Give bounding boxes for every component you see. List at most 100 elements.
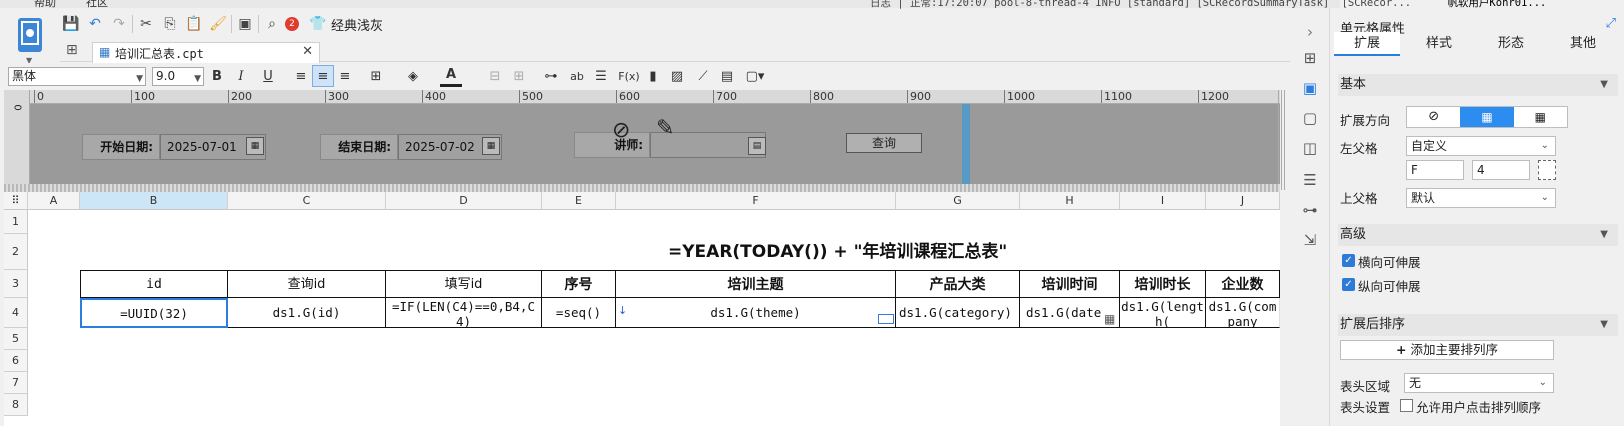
grid-toggle-icon[interactable]: ⊞ xyxy=(66,42,78,58)
align-right-icon[interactable]: ≡ xyxy=(334,65,356,87)
row-header-3[interactable]: 3 xyxy=(4,270,28,298)
collapse-icon[interactable]: ▼ xyxy=(1600,74,1608,96)
select-all-corner[interactable]: ⠿ xyxy=(4,192,28,210)
edit-pencil-icon[interactable]: ✎ xyxy=(656,116,674,141)
row-header-5[interactable]: 5 xyxy=(4,328,28,350)
chevron-right-icon[interactable]: › xyxy=(1300,22,1320,42)
italic-icon[interactable]: I xyxy=(230,65,252,87)
left-parent-column-input[interactable]: F xyxy=(1406,160,1464,180)
formula-cell-seq[interactable]: =seq() xyxy=(542,298,616,328)
cell-element-icon[interactable]: ▢ xyxy=(1300,108,1320,128)
image-icon[interactable]: ▨ xyxy=(666,65,688,87)
underline-icon[interactable]: U xyxy=(257,65,279,87)
column-header-h[interactable]: H xyxy=(1020,192,1120,210)
query-button[interactable]: 查询 xyxy=(846,133,922,153)
formula-cell-company[interactable]: ds1.G(company xyxy=(1206,298,1280,328)
header-cell-theme[interactable]: 培训主题 xyxy=(616,270,896,298)
no-expand-icon[interactable]: ⊘ xyxy=(1407,107,1460,127)
header-cell-id[interactable]: id xyxy=(80,270,228,298)
column-header-e[interactable]: E xyxy=(542,192,616,210)
v-expand-checkbox[interactable]: ✓ xyxy=(1342,278,1355,291)
bold-icon[interactable]: B xyxy=(206,65,228,87)
pane-divider[interactable] xyxy=(4,184,1280,192)
column-header-i[interactable]: I xyxy=(1120,192,1206,210)
column-header-c[interactable]: C xyxy=(228,192,386,210)
up-parent-select[interactable]: 默认 ⌄ xyxy=(1406,188,1556,208)
copy-icon[interactable]: ⎘ xyxy=(159,13,181,35)
column-header-f[interactable]: F xyxy=(616,192,896,210)
row-header-6[interactable]: 6 xyxy=(4,350,28,372)
horizontal-expand-icon[interactable]: ▦ xyxy=(1514,107,1567,127)
slash-icon[interactable]: ⟋ xyxy=(692,65,714,87)
align-center-icon[interactable]: ≡ xyxy=(312,65,334,87)
column-header-a[interactable]: A xyxy=(28,192,80,210)
dataset-icon[interactable]: ⊞ xyxy=(1300,48,1320,68)
tab-form[interactable]: 形态 xyxy=(1478,32,1544,56)
unmerge-cells-icon[interactable]: ⊞ xyxy=(508,65,530,87)
column-header-d[interactable]: D xyxy=(386,192,542,210)
font-family-select[interactable]: 黑体 ▼ xyxy=(8,67,146,86)
font-color-icon[interactable]: A xyxy=(440,65,462,87)
formula-cell-category[interactable]: ds1.G(category) xyxy=(896,298,1020,328)
h-expand-checkbox[interactable]: ✓ xyxy=(1342,254,1355,267)
header-area-select[interactable]: 无 ⌄ xyxy=(1404,373,1554,393)
merge-cells-icon[interactable]: ⊟ xyxy=(484,65,506,87)
calendar-icon[interactable]: ▦ xyxy=(246,137,264,155)
shirt-icon[interactable]: 👕 xyxy=(307,13,329,35)
column-header-b[interactable]: B xyxy=(80,192,228,210)
cell-property-icon[interactable]: ▣ xyxy=(1300,78,1320,98)
search-icon[interactable]: ⌕ xyxy=(261,13,283,35)
tab-style[interactable]: 样式 xyxy=(1406,32,1472,56)
header-cell-company[interactable]: 企业数 xyxy=(1206,270,1280,298)
align-left-icon[interactable]: ≡ xyxy=(290,65,312,87)
splitter[interactable] xyxy=(1278,90,1286,190)
undo-icon[interactable]: ↶ xyxy=(84,13,106,35)
designer-app-icon[interactable] xyxy=(18,18,42,52)
wrap-icon[interactable]: ☰ xyxy=(590,65,612,87)
formula-icon[interactable]: F(x) xyxy=(618,65,640,87)
more-icon[interactable]: ▢▾ xyxy=(744,65,766,87)
row-header-7[interactable]: 7 xyxy=(4,372,28,394)
menu-help[interactable]: 帮助 xyxy=(34,0,56,8)
header-cell-category[interactable]: 产品大类 xyxy=(896,270,1020,298)
header-cell-date[interactable]: 培训时间 xyxy=(1020,270,1120,298)
preview-icon[interactable]: ▣ xyxy=(234,13,256,35)
combo-dropdown-icon[interactable]: ▤ xyxy=(748,137,766,155)
format-brush-icon[interactable]: 🖌 xyxy=(207,13,229,35)
allow-sort-checkbox[interactable] xyxy=(1400,399,1413,412)
column-header-j[interactable]: J xyxy=(1206,192,1280,210)
formula-cell-fill-id[interactable]: =IF(LEN(C4)==0,B4,C4) xyxy=(386,298,542,328)
column-header-g[interactable]: G xyxy=(896,192,1020,210)
tab-other[interactable]: 其他 xyxy=(1550,32,1616,56)
row-header-2[interactable]: 2 xyxy=(4,234,28,270)
hidden-eye-icon[interactable]: ⊘ xyxy=(612,118,630,143)
chart-icon[interactable]: ▮ xyxy=(642,65,664,87)
expand-panel-icon[interactable]: ⤢ xyxy=(1606,16,1616,31)
close-icon[interactable]: ✕ xyxy=(302,44,313,59)
collapse-icon[interactable]: ▼ xyxy=(1600,224,1608,246)
row-header-1[interactable]: 1 xyxy=(4,210,28,234)
insert-link-icon[interactable]: ⊶ xyxy=(540,65,562,87)
vertical-expand-icon[interactable]: ▦ xyxy=(1460,107,1514,127)
header-cell-fill-id[interactable]: 填写id xyxy=(386,270,542,298)
tab-expand[interactable]: 扩展 xyxy=(1334,32,1400,56)
report-title-formula[interactable]: =YEAR(TODAY()) + "年培训课程汇总表" xyxy=(616,234,1020,270)
hyperlink-icon[interactable]: ⊶ xyxy=(1300,200,1320,220)
condition-icon[interactable]: ☰ xyxy=(1300,170,1320,190)
import-icon[interactable]: ⇲ xyxy=(1300,230,1320,250)
left-parent-row-input[interactable]: 4 xyxy=(1472,160,1530,180)
formula-cell-theme[interactable]: ds1.G(theme) xyxy=(616,298,896,328)
formula-cell-query-id[interactable]: ds1.G(id) xyxy=(228,298,386,328)
text-icon[interactable]: ab xyxy=(566,65,588,87)
formula-cell-uuid[interactable]: =UUID(32) xyxy=(80,298,228,328)
header-cell-length[interactable]: 培训时长 xyxy=(1120,270,1206,298)
fill-color-icon[interactable]: ◈ xyxy=(402,65,424,87)
paste-icon[interactable]: 📋 xyxy=(183,13,205,35)
tab-file[interactable]: ▦ 培训汇总表.cpt ✕ xyxy=(92,42,320,63)
cell-picker-icon[interactable] xyxy=(1538,160,1556,180)
header-cell-query-id[interactable]: 查询id xyxy=(228,270,386,298)
row-header-4[interactable]: 4 xyxy=(4,298,28,328)
add-sort-button[interactable]: + 添加主要排列序 xyxy=(1340,340,1554,360)
subreport-icon[interactable]: ▤ xyxy=(716,65,738,87)
collapse-icon[interactable]: ▼ xyxy=(1600,314,1608,336)
